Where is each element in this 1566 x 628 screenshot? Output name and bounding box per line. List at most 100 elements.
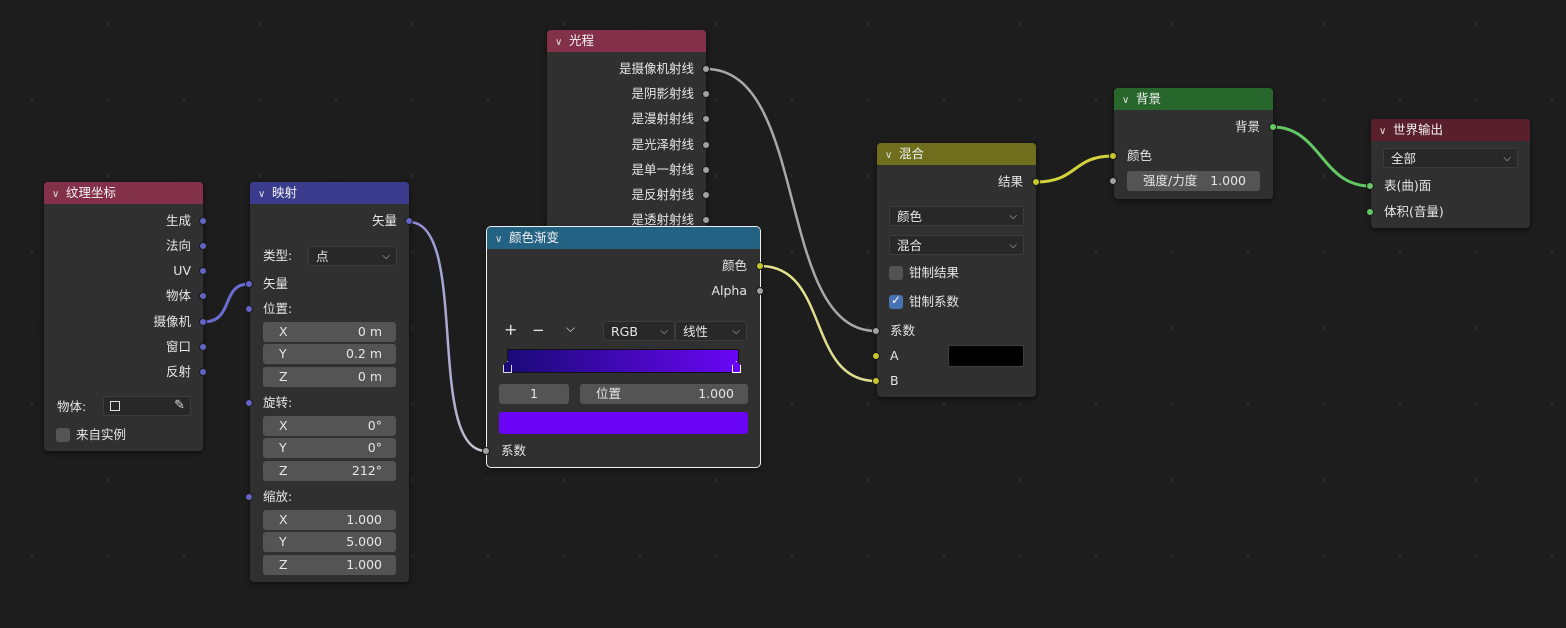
node-header[interactable]: ∨ 光程 bbox=[547, 30, 706, 52]
location-x-field[interactable]: X 0 m bbox=[263, 322, 396, 342]
blend-mode-value: 混合 bbox=[897, 238, 923, 253]
ramp-menu-button[interactable]: ⌵ bbox=[566, 319, 575, 337]
socket-background-strength[interactable] bbox=[1109, 177, 1117, 185]
node-header[interactable]: ∨ 混合 bbox=[877, 143, 1036, 165]
socket-mapping-rotation[interactable] bbox=[245, 399, 253, 407]
node-editor-canvas[interactable] bbox=[0, 0, 1566, 628]
strength-field[interactable]: 强度/力度 1.000 bbox=[1127, 171, 1260, 191]
socket-camera[interactable] bbox=[199, 318, 207, 326]
socket-mapping-input-vector[interactable] bbox=[245, 280, 253, 288]
remove-stop-button[interactable]: − bbox=[532, 321, 545, 339]
object-picker[interactable]: ✎ bbox=[103, 396, 191, 416]
scale-y-field[interactable]: Y 5.000 bbox=[263, 532, 396, 552]
input-volume-label: 体积(音量) bbox=[1384, 204, 1444, 219]
chevron-down-icon[interactable]: ∨ bbox=[495, 229, 509, 251]
socket-world-volume[interactable] bbox=[1366, 208, 1374, 216]
node-light-path[interactable]: ∨ 光程 是摄像机射线 是阴影射线 是漫射射线 是光泽射线 是单一射线 是反射射线… bbox=[547, 30, 706, 240]
add-stop-button[interactable]: + bbox=[504, 321, 517, 339]
socket-generated[interactable] bbox=[199, 217, 207, 225]
scale-z-field[interactable]: Z 1.000 bbox=[263, 555, 396, 575]
node-background[interactable]: ∨ 背景 背景 颜色 强度/力度 1.000 bbox=[1114, 88, 1273, 199]
chevron-down-icon[interactable]: ∨ bbox=[1379, 121, 1393, 143]
rotation-z-field[interactable]: Z 212° bbox=[263, 461, 396, 481]
rotation-y-field[interactable]: Y 0° bbox=[263, 438, 396, 458]
socket-ramp-alpha[interactable] bbox=[756, 287, 764, 295]
socket-is-singular-ray[interactable] bbox=[702, 166, 710, 174]
socket-mapping-output-vector[interactable] bbox=[405, 217, 413, 225]
from-instancer-label: 来自实例 bbox=[76, 427, 127, 442]
field-value: 0° bbox=[367, 418, 382, 433]
socket-ramp-color[interactable] bbox=[756, 262, 764, 270]
socket-is-transmission-ray[interactable] bbox=[702, 216, 710, 224]
node-title: 颜色渐变 bbox=[509, 230, 560, 245]
node-mix[interactable]: ∨混合 结果 颜色⌵ 混合⌵ 钳制结果 钳制系数 系数 A B bbox=[877, 143, 1036, 397]
mapping-type-select[interactable]: 点 ⌵ bbox=[308, 246, 397, 266]
input-a-color-swatch[interactable] bbox=[948, 345, 1024, 367]
node-header[interactable]: ∨ 映射 bbox=[250, 182, 409, 204]
socket-uv[interactable] bbox=[199, 267, 207, 275]
input-surface-label: 表(曲)面 bbox=[1384, 178, 1432, 193]
chevron-down-icon: ⌵ bbox=[1009, 211, 1017, 222]
location-z-field[interactable]: Z 0 m bbox=[263, 367, 396, 387]
interpolation-select[interactable]: 线性 ⌵ bbox=[675, 321, 747, 341]
chevron-down-icon[interactable]: ∨ bbox=[555, 32, 569, 54]
eyedropper-icon[interactable]: ✎ bbox=[174, 396, 185, 416]
location-y-field[interactable]: Y 0.2 m bbox=[263, 344, 396, 364]
socket-mapping-scale[interactable] bbox=[245, 493, 253, 501]
socket-is-diffuse-ray[interactable] bbox=[702, 115, 710, 123]
chevron-down-icon[interactable]: ∨ bbox=[1122, 90, 1136, 112]
node-texture-coordinate[interactable]: ∨ 纹理坐标 生成 法向 UV 物体 摄像机 窗口 反射 物体: ✎ 来自实例 bbox=[44, 182, 203, 451]
clamp-factor-checkbox[interactable] bbox=[889, 293, 903, 309]
socket-window[interactable] bbox=[199, 343, 207, 351]
node-world-output[interactable]: ∨ 世界输出 全部 ⌵ 表(曲)面 体积(音量) bbox=[1371, 119, 1530, 228]
output-is-glossy-ray: 是光泽射线 bbox=[631, 137, 694, 152]
socket-is-glossy-ray[interactable] bbox=[702, 141, 710, 149]
socket-is-reflection-ray[interactable] bbox=[702, 191, 710, 199]
render-target-select[interactable]: 全部 ⌵ bbox=[1383, 148, 1518, 168]
color-ramp-gradient[interactable] bbox=[507, 349, 739, 373]
node-header[interactable]: ∨ 世界输出 bbox=[1371, 119, 1530, 141]
socket-mix-b[interactable] bbox=[872, 377, 880, 385]
chevron-down-icon[interactable]: ∨ bbox=[258, 184, 272, 206]
field-value: 0° bbox=[367, 440, 382, 455]
socket-object[interactable] bbox=[199, 292, 207, 300]
node-header[interactable]: ∨ 颜色渐变 bbox=[487, 227, 760, 249]
from-instancer-checkbox[interactable] bbox=[56, 428, 70, 442]
socket-mix-a[interactable] bbox=[872, 352, 880, 360]
chevron-down-icon[interactable]: ∨ bbox=[52, 184, 66, 206]
chevron-down-icon[interactable]: ∨ bbox=[885, 145, 899, 167]
strength-label: 强度/力度 bbox=[1143, 173, 1198, 188]
field-value: 1.000 bbox=[346, 512, 382, 527]
input-fac-label: 系数 bbox=[890, 323, 916, 338]
blend-mode-select[interactable]: 混合 ⌵ bbox=[889, 235, 1024, 255]
stop-position-field[interactable]: 位置 1.000 bbox=[580, 384, 748, 404]
output-background-label: 背景 bbox=[1234, 119, 1260, 134]
socket-is-camera-ray[interactable] bbox=[702, 65, 710, 73]
stop-color-swatch[interactable] bbox=[499, 412, 748, 434]
node-header[interactable]: ∨ 背景 bbox=[1114, 88, 1273, 110]
rotation-x-field[interactable]: X 0° bbox=[263, 416, 396, 436]
socket-reflection[interactable] bbox=[199, 368, 207, 376]
data-type-select[interactable]: 颜色 ⌵ bbox=[889, 206, 1024, 226]
socket-world-surface[interactable] bbox=[1366, 182, 1374, 190]
render-target-value: 全部 bbox=[1391, 151, 1417, 166]
color-mode-select[interactable]: RGB ⌵ bbox=[603, 321, 675, 341]
node-color-ramp[interactable]: ∨ 颜色渐变 颜色 Alpha + − ⌵ RGB ⌵ 线性 ⌵ 1 位置 1.000 … bbox=[486, 226, 761, 468]
type-label: 类型: bbox=[263, 248, 293, 263]
socket-normal[interactable] bbox=[199, 242, 207, 250]
active-stop-index[interactable]: 1 bbox=[499, 384, 569, 404]
socket-mix-fac[interactable] bbox=[872, 327, 880, 335]
socket-background-output[interactable] bbox=[1269, 123, 1277, 131]
field-value: 212° bbox=[351, 463, 382, 478]
socket-is-shadow-ray[interactable] bbox=[702, 90, 710, 98]
node-header[interactable]: ∨ 纹理坐标 bbox=[44, 182, 203, 204]
socket-ramp-fac[interactable] bbox=[482, 447, 490, 455]
scale-x-field[interactable]: X 1.000 bbox=[263, 510, 396, 530]
socket-mapping-location[interactable] bbox=[245, 305, 253, 313]
node-mapping[interactable]: ∨ 映射 矢量 类型: 点 ⌵ 矢量 位置: X0 m Y 0.2 m Z0 m 旋转… bbox=[250, 182, 409, 582]
socket-background-color[interactable] bbox=[1109, 152, 1117, 160]
clamp-result-checkbox[interactable] bbox=[889, 266, 903, 280]
output-is-reflection-ray: 是反射射线 bbox=[631, 187, 694, 202]
output-camera: 摄像机 bbox=[153, 314, 191, 329]
socket-mix-result[interactable] bbox=[1032, 178, 1040, 186]
